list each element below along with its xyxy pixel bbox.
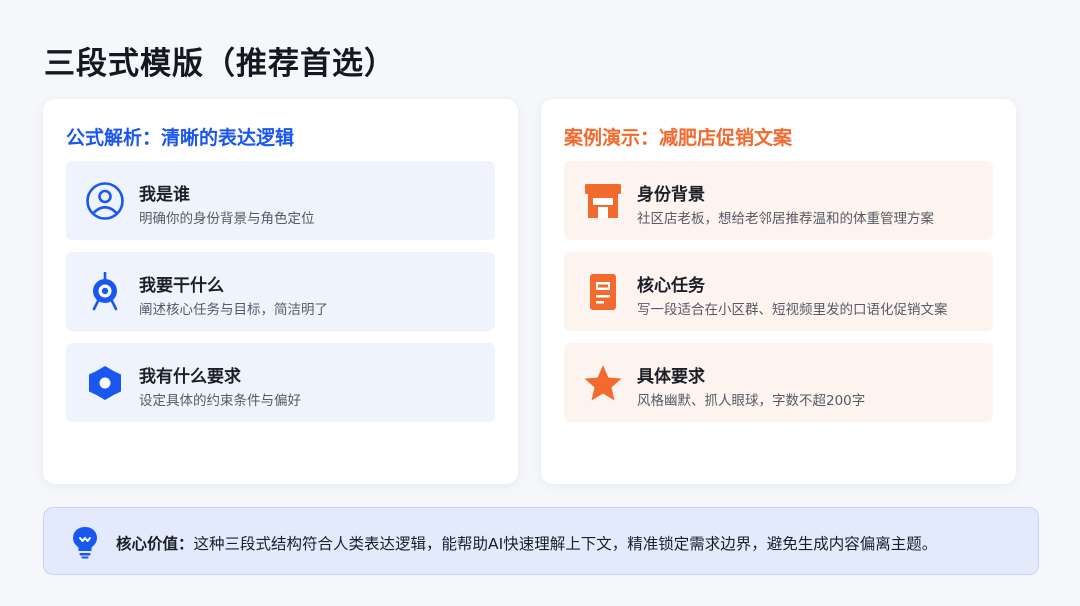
item-title: 身份背景 (637, 185, 705, 205)
target-icon (84, 271, 126, 313)
list-item-specific-requirements: 具体要求 风格幽默、抓人眼球，字数不超200字 (564, 343, 993, 422)
formula-card-heading: 公式解析：清晰的表达逻辑 (66, 127, 295, 149)
store-icon (582, 180, 624, 222)
core-value-text: 核心价值：这种三段式结构符合人类表达逻辑，能帮助AI快速理解上下文，精准锁定需求… (116, 532, 937, 554)
core-value-description: 这种三段式结构符合人类表达逻辑，能帮助AI快速理解上下文，精准锁定需求边界，避免… (193, 535, 938, 553)
core-value-banner: 核心价值：这种三段式结构符合人类表达逻辑，能帮助AI快速理解上下文，精准锁定需求… (43, 507, 1039, 575)
item-desc: 写一段适合在小区群、短视频里发的口语化促销文案 (637, 302, 948, 318)
item-desc: 设定具体的约束条件与偏好 (139, 393, 301, 409)
list-item-identity: 身份背景 社区店老板，想给老邻居推荐温和的体重管理方案 (564, 161, 993, 240)
document-icon (582, 271, 624, 313)
star-icon (582, 362, 624, 404)
item-desc: 明确你的身份背景与角色定位 (139, 211, 315, 227)
item-desc: 风格幽默、抓人眼球，字数不超200字 (637, 393, 866, 409)
item-title: 核心任务 (637, 276, 705, 296)
item-title: 我有什么要求 (139, 367, 241, 387)
item-desc: 阐述核心任务与目标，简洁明了 (139, 302, 328, 318)
item-title: 我要干什么 (139, 276, 224, 296)
list-item-what-to-do: 我要干什么 阐述核心任务与目标，简洁明了 (66, 252, 495, 331)
page-title: 三段式模版（推荐首选） (44, 46, 396, 82)
item-desc: 社区店老板，想给老邻居推荐温和的体重管理方案 (637, 211, 934, 227)
list-item-requirements: 我有什么要求 设定具体的约束条件与偏好 (66, 343, 495, 422)
gear-icon (84, 362, 126, 404)
user-circle-icon (84, 180, 126, 222)
example-card-heading: 案例演示：减肥店促销文案 (564, 127, 793, 149)
list-item-who-am-i: 我是谁 明确你的身份背景与角色定位 (66, 161, 495, 240)
item-title: 具体要求 (637, 367, 705, 387)
item-title: 我是谁 (139, 185, 190, 205)
list-item-core-task: 核心任务 写一段适合在小区群、短视频里发的口语化促销文案 (564, 252, 993, 331)
lightbulb-icon (68, 525, 102, 559)
formula-card: 公式解析：清晰的表达逻辑 我是谁 明确你的身份背景与角色定位 我要干什么 阐述核… (43, 99, 518, 484)
core-value-label: 核心价值： (116, 535, 194, 553)
example-card: 案例演示：减肥店促销文案 身份背景 社区店老板，想给老邻居推荐温和的体重管理方案… (541, 99, 1016, 484)
